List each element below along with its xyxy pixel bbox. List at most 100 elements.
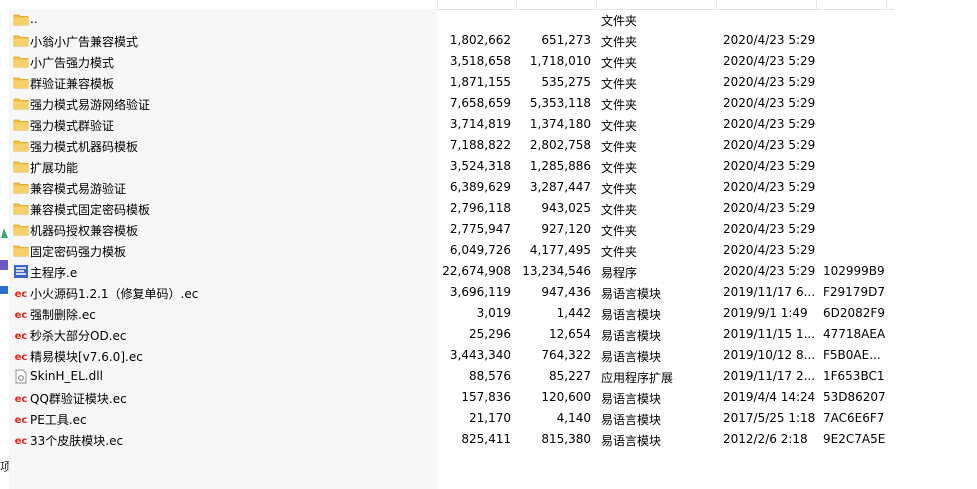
file-row[interactable]: 精易模块[v7.6.0].ec 3,443,340 764,322 易语言模块 2019… (9, 345, 894, 366)
file-row[interactable]: .. 文件夹 (9, 9, 894, 30)
file-row[interactable]: SkinH_EL.dll 88,576 85,227 应用程序扩展 2019/11/17… (9, 366, 894, 387)
file-row[interactable]: QQ群验证模块.ec 157,836 120,600 易语言模块 2019/4/4 14… (9, 387, 894, 408)
compressed-size: 1,285,886 (529, 159, 591, 173)
file-type: 文件夹 (601, 35, 638, 49)
file-size: 2,796,118 (449, 201, 511, 215)
folder-icon (13, 117, 29, 132)
file-name[interactable]: 群验证兼容模板 (30, 75, 114, 92)
ec-module-icon (13, 306, 29, 321)
file-type: 易语言模块 (601, 413, 662, 427)
crc-value: F29179D7 (823, 285, 885, 299)
file-row[interactable]: 群验证兼容模板 1,871,155 535,275 文件夹 2020/4/23 5:29 (9, 72, 894, 93)
crc-value: 1F653BC1 (823, 369, 885, 383)
file-row[interactable]: 主程序.e 22,674,908 13,234,546 易程序 2020/4/23 5:… (9, 261, 894, 282)
file-row[interactable]: 固定密码强力模板 6,049,726 4,177,495 文件夹 2020/4/23 5… (9, 240, 894, 261)
file-name[interactable]: 强制删除.ec (30, 306, 96, 323)
file-row[interactable]: 小翁小广告兼容模式 1,802,662 651,273 文件夹 2020/4/23 5:… (9, 30, 894, 51)
file-type: 文件夹 (601, 77, 638, 91)
file-size: 1,871,155 (449, 75, 511, 89)
file-name[interactable]: 强力模式机器码模板 (30, 138, 138, 155)
file-size: 6,389,629 (449, 180, 511, 194)
file-row[interactable]: 强力模式机器码模板 7,188,822 2,802,758 文件夹 2020/4/23 … (9, 135, 894, 156)
file-size: 3,714,819 (449, 117, 511, 131)
file-size: 3,443,340 (449, 348, 511, 362)
file-row[interactable]: 33个皮肤模块.ec 825,411 815,380 易语言模块 2012/2/6 2:… (9, 429, 894, 450)
modified-date: 2020/4/23 5:29 (723, 138, 816, 152)
modified-date: 2019/11/17 6... (723, 285, 816, 299)
compressed-size: 1,374,180 (529, 117, 591, 131)
file-size: 825,411 (461, 432, 511, 446)
file-row[interactable]: 兼容模式易游验证 6,389,629 3,287,447 文件夹 2020/4/23 5… (9, 177, 894, 198)
file-row[interactable]: 强制删除.ec 3,019 1,442 易语言模块 2019/9/1 1:49 6D208… (9, 303, 894, 324)
file-name[interactable]: 强力模式易游网络验证 (30, 96, 150, 113)
folder-icon (13, 54, 29, 69)
column-divider[interactable] (716, 0, 717, 9)
file-type: 文件夹 (601, 14, 638, 28)
file-size: 21,170 (469, 411, 511, 425)
file-name[interactable]: SkinH_EL.dll (30, 369, 103, 383)
folder-icon (13, 201, 29, 216)
modified-date: 2020/4/23 5:29 (723, 222, 816, 236)
compressed-size: 4,140 (556, 411, 591, 425)
file-row[interactable]: 机器码授权兼容模板 2,775,947 927,120 文件夹 2020/4/23 5:… (9, 219, 894, 240)
file-name[interactable]: 小火源码1.2.1（修复单码）.ec (30, 285, 198, 302)
modified-date: 2020/4/23 5:29 (723, 264, 816, 278)
file-name[interactable]: 兼容模式固定密码模板 (30, 201, 150, 218)
file-name[interactable]: 主程序.e (30, 264, 77, 281)
compressed-size: 927,120 (541, 222, 591, 236)
file-name[interactable]: 强力模式群验证 (30, 117, 114, 134)
file-row[interactable]: 强力模式易游网络验证 7,658,659 5,353,118 文件夹 2020/4/23… (9, 93, 894, 114)
file-row[interactable]: 强力模式群验证 3,714,819 1,374,180 文件夹 2020/4/23 5:… (9, 114, 894, 135)
modified-date: 2020/4/23 5:29 (723, 33, 816, 47)
modified-date: 2020/4/23 5:29 (723, 243, 816, 257)
compressed-size: 3,287,447 (529, 180, 591, 194)
file-name[interactable]: 小翁小广告兼容模式 (30, 33, 138, 50)
file-name[interactable]: 33个皮肤模块.ec (30, 432, 123, 449)
file-type: 文件夹 (601, 140, 638, 154)
file-type: 文件夹 (601, 182, 638, 196)
modified-date: 2020/4/23 5:29 (723, 201, 816, 215)
modified-date: 2019/4/4 14:24 (723, 390, 816, 404)
file-row[interactable]: PE工具.ec 21,170 4,140 易语言模块 2017/5/25 1:18 7AC… (9, 408, 894, 429)
column-divider[interactable] (816, 0, 817, 9)
file-name[interactable]: 固定密码强力模板 (30, 243, 126, 260)
file-row[interactable]: 小广告强力模式 3,518,658 1,718,010 文件夹 2020/4/23 5:… (9, 51, 894, 72)
folder-icon (13, 33, 29, 48)
crc-value: F5B0AE... (823, 348, 881, 362)
folder-icon (13, 180, 29, 195)
name-cell[interactable] (9, 9, 437, 30)
file-name[interactable]: 小广告强力模式 (30, 54, 114, 71)
file-size: 25,296 (469, 327, 511, 341)
file-size: 3,518,658 (449, 54, 511, 68)
file-name[interactable]: 扩展功能 (30, 159, 78, 176)
file-type: 文件夹 (601, 98, 638, 112)
file-type: 文件夹 (601, 56, 638, 70)
file-name[interactable]: 机器码授权兼容模板 (30, 222, 138, 239)
modified-date: 2020/4/23 5:29 (723, 159, 816, 173)
file-row[interactable]: 秒杀大部分OD.ec 25,296 12,654 易语言模块 2019/11/15 1.… (9, 324, 894, 345)
file-name[interactable]: QQ群验证模块.ec (30, 390, 127, 407)
modified-date: 2012/2/6 2:18 (723, 432, 808, 446)
file-row[interactable]: 兼容模式固定密码模板 2,796,118 943,025 文件夹 2020/4/23 5… (9, 198, 894, 219)
file-name[interactable]: .. (30, 12, 38, 26)
file-size: 88,576 (469, 369, 511, 383)
column-divider[interactable] (516, 0, 517, 9)
compressed-size: 947,436 (541, 285, 591, 299)
column-divider[interactable] (437, 0, 438, 9)
compressed-size: 651,273 (541, 33, 591, 47)
ec-module-icon (13, 327, 29, 342)
file-name[interactable]: 兼容模式易游验证 (30, 180, 126, 197)
compressed-size: 1,718,010 (529, 54, 591, 68)
compressed-size: 85,227 (549, 369, 591, 383)
file-type: 易语言模块 (601, 329, 662, 343)
file-row[interactable]: 扩展功能 3,524,318 1,285,886 文件夹 2020/4/23 5:29 (9, 156, 894, 177)
file-name[interactable]: 精易模块[v7.6.0].ec (30, 348, 143, 365)
file-type: 文件夹 (601, 161, 638, 175)
crc-value: 9E2C7A5E (823, 432, 886, 446)
column-divider[interactable] (886, 0, 887, 9)
file-row[interactable]: 小火源码1.2.1（修复单码）.ec 3,696,119 947,436 易语言模块 2… (9, 282, 894, 303)
file-name[interactable]: 秒杀大部分OD.ec (30, 327, 126, 344)
column-divider[interactable] (596, 0, 597, 9)
file-name[interactable]: PE工具.ec (30, 411, 87, 428)
file-type: 易语言模块 (601, 287, 662, 301)
